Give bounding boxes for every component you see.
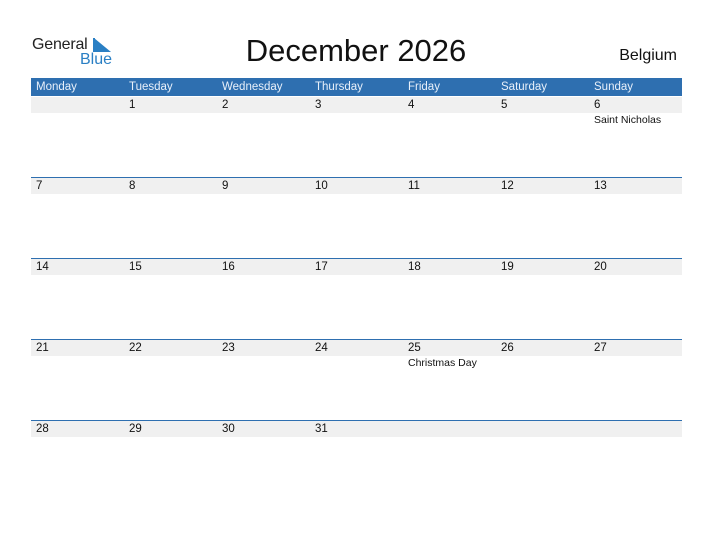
day-cell[interactable]: 24 xyxy=(310,340,403,420)
day-cell[interactable]: 18 xyxy=(403,259,496,339)
day-cell[interactable]: 17 xyxy=(310,259,403,339)
day-cell[interactable]: 4 xyxy=(403,97,496,177)
calendar-title: December 2026 xyxy=(245,33,467,68)
day-number: 29 xyxy=(129,423,142,435)
day-number: 19 xyxy=(501,261,514,273)
holiday-label: Saint Nicholas xyxy=(594,114,662,126)
day-number: 25 xyxy=(408,342,421,354)
day-cell[interactable]: 12 xyxy=(496,178,589,258)
day-cell[interactable]: 15 xyxy=(124,259,217,339)
week-row: 21 22 23 24 25 Christmas Day 26 27 xyxy=(31,339,682,420)
weekday-header: Monday Tuesday Wednesday Thursday Friday… xyxy=(31,78,682,96)
day-cell[interactable]: 10 xyxy=(310,178,403,258)
day-cell[interactable]: 6 Saint Nicholas xyxy=(589,97,682,177)
day-number: 21 xyxy=(36,342,49,354)
empty-day-cell xyxy=(31,97,124,177)
day-number: 3 xyxy=(315,99,322,111)
day-cell[interactable]: 26 xyxy=(496,340,589,420)
weekday-sunday: Sunday xyxy=(594,81,634,93)
day-cell[interactable]: 11 xyxy=(403,178,496,258)
empty-day-cell xyxy=(589,421,682,501)
day-number: 15 xyxy=(129,261,142,273)
day-number: 13 xyxy=(594,180,607,192)
day-cell[interactable]: 20 xyxy=(589,259,682,339)
weekday-thursday: Thursday xyxy=(315,81,363,93)
weekday-saturday: Saturday xyxy=(501,81,548,93)
day-cell[interactable]: 16 xyxy=(217,259,310,339)
day-cell[interactable]: 1 xyxy=(124,97,217,177)
day-number: 20 xyxy=(594,261,607,273)
day-cell[interactable]: 14 xyxy=(31,259,124,339)
day-number: 23 xyxy=(222,342,235,354)
day-number: 11 xyxy=(408,180,420,192)
weekday-monday: Monday xyxy=(36,81,77,93)
empty-day-cell xyxy=(403,421,496,501)
day-number: 9 xyxy=(222,180,229,192)
day-cell[interactable]: 5 xyxy=(496,97,589,177)
week-row: 28 29 30 31 xyxy=(31,420,682,501)
day-number: 16 xyxy=(222,261,235,273)
day-number: 24 xyxy=(315,342,328,354)
day-cell[interactable]: 29 xyxy=(124,421,217,501)
day-number: 30 xyxy=(222,423,235,435)
day-number: 1 xyxy=(129,99,136,111)
day-cell[interactable]: 3 xyxy=(310,97,403,177)
day-number: 12 xyxy=(501,180,514,192)
day-number: 5 xyxy=(501,99,508,111)
weekday-tuesday: Tuesday xyxy=(129,81,173,93)
day-cell[interactable]: 27 xyxy=(589,340,682,420)
day-number: 14 xyxy=(36,261,49,273)
day-cell[interactable]: 28 xyxy=(31,421,124,501)
holiday-label: Christmas Day xyxy=(408,357,477,369)
empty-day-cell xyxy=(496,421,589,501)
weekday-friday: Friday xyxy=(408,81,440,93)
day-number: 2 xyxy=(222,99,229,111)
day-number: 6 xyxy=(594,99,601,111)
day-number: 4 xyxy=(408,99,415,111)
day-number: 26 xyxy=(501,342,514,354)
day-cell[interactable]: 25 Christmas Day xyxy=(403,340,496,420)
day-number: 10 xyxy=(315,180,328,192)
day-number: 18 xyxy=(408,261,421,273)
day-cell[interactable]: 23 xyxy=(217,340,310,420)
day-cell[interactable]: 8 xyxy=(124,178,217,258)
day-cell[interactable]: 21 xyxy=(31,340,124,420)
day-number: 28 xyxy=(36,423,49,435)
weekday-wednesday: Wednesday xyxy=(222,81,283,93)
day-cell[interactable]: 31 xyxy=(310,421,403,501)
day-cell[interactable]: 22 xyxy=(124,340,217,420)
week-row: 1 2 3 4 5 6 Saint Nicholas xyxy=(31,97,682,178)
day-number: 8 xyxy=(129,180,136,192)
day-number: 27 xyxy=(594,342,607,354)
week-row: 7 8 9 10 11 12 13 xyxy=(31,177,682,258)
week-row: 14 15 16 17 18 19 20 xyxy=(31,258,682,339)
day-number: 31 xyxy=(315,423,328,435)
day-number: 17 xyxy=(315,261,328,273)
day-cell[interactable]: 19 xyxy=(496,259,589,339)
day-number: 22 xyxy=(129,342,142,354)
day-cell[interactable]: 30 xyxy=(217,421,310,501)
day-cell[interactable]: 2 xyxy=(217,97,310,177)
day-cell[interactable]: 9 xyxy=(217,178,310,258)
day-number: 7 xyxy=(36,180,43,192)
day-cell[interactable]: 13 xyxy=(589,178,682,258)
country-label: Belgium xyxy=(619,47,677,64)
day-cell[interactable]: 7 xyxy=(31,178,124,258)
